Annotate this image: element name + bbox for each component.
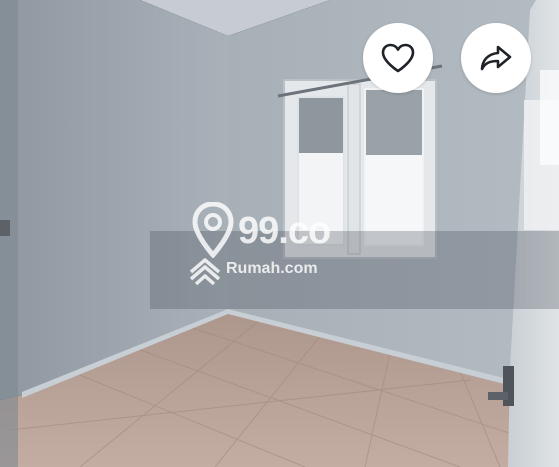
share-button[interactable] xyxy=(461,23,531,93)
heart-icon xyxy=(381,43,415,73)
watermark-band xyxy=(150,231,559,309)
like-button[interactable] xyxy=(363,23,433,93)
photo-viewer: 99.co Rumah.com xyxy=(0,0,559,467)
share-arrow-icon xyxy=(480,45,512,71)
